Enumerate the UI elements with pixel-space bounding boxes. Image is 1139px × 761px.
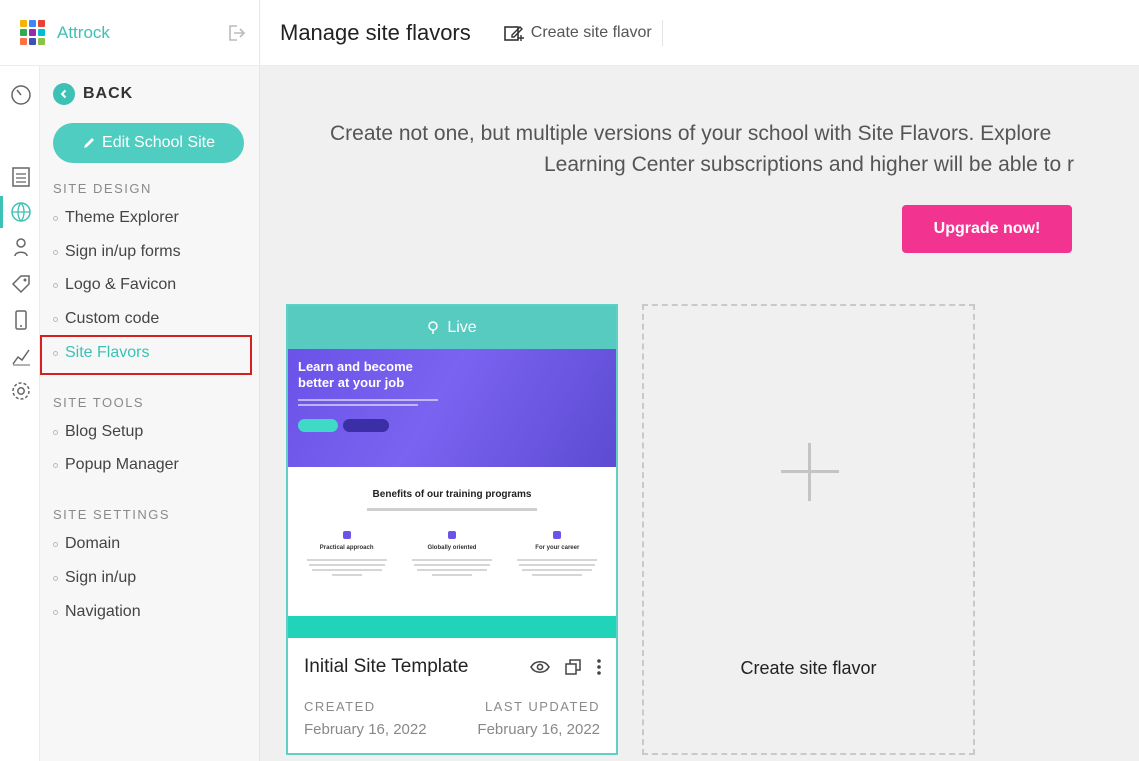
pencil-icon bbox=[84, 138, 95, 148]
preview-benefit: Practical approach bbox=[302, 531, 392, 579]
preview-footer-strip bbox=[288, 616, 616, 638]
page-title: Manage site flavors bbox=[280, 19, 471, 45]
more-vertical-icon[interactable] bbox=[596, 658, 602, 676]
edit-button-label: Edit School Site bbox=[102, 134, 215, 151]
site-settings-panel: BACK Edit School Site SITE DESIGN Theme … bbox=[40, 66, 260, 761]
benefit-title: For your career bbox=[535, 545, 580, 551]
create-card-label: Create site flavor bbox=[740, 658, 877, 678]
promo-line-2: Learning Center subscriptions and higher… bbox=[544, 153, 1074, 176]
nav-label: Navigation bbox=[65, 603, 141, 620]
nav-label: Logo & Favicon bbox=[65, 276, 177, 293]
live-label: Live bbox=[447, 318, 477, 336]
brand-name[interactable]: Attrock bbox=[57, 23, 110, 43]
nav-item-custom-code[interactable]: Custom code bbox=[53, 310, 159, 328]
nav-label: Sign in/up bbox=[65, 569, 137, 586]
back-button[interactable]: BACK bbox=[53, 83, 133, 105]
preview-hero-title: Learn and become better at your job bbox=[298, 359, 413, 390]
duplicate-icon[interactable] bbox=[564, 658, 582, 676]
site-preview-thumbnail[interactable]: Learn and become better at your job Bene… bbox=[288, 349, 616, 638]
create-site-flavor-card[interactable]: Create site flavor bbox=[642, 304, 975, 755]
nav-label: Blog Setup bbox=[65, 423, 144, 440]
pages-icon[interactable] bbox=[10, 166, 32, 188]
live-status-bar: Live bbox=[288, 306, 616, 349]
site-flavor-card[interactable]: Live Learn and become better at your job… bbox=[286, 304, 618, 755]
brand-bar: Attrock bbox=[0, 0, 260, 66]
benefit-title: Practical approach bbox=[319, 545, 374, 551]
promo-text: Create not one, but multiple versions of… bbox=[330, 118, 1139, 180]
plus-icon bbox=[781, 443, 839, 501]
created-label: CREATED bbox=[304, 699, 376, 714]
flag-icon bbox=[553, 531, 562, 539]
section-title-site-design: SITE DESIGN bbox=[53, 181, 152, 196]
preview-hero: Learn and become better at your job bbox=[288, 349, 616, 467]
preview-benefit: For your career bbox=[512, 531, 602, 579]
nav-item-theme-explorer[interactable]: Theme Explorer bbox=[53, 209, 179, 227]
section-title-site-settings: SITE SETTINGS bbox=[53, 507, 171, 522]
lightbulb-icon bbox=[428, 320, 439, 334]
preview-benefit: Globally oriented bbox=[407, 531, 497, 579]
preview-hero-button-secondary bbox=[343, 419, 389, 432]
nav-item-popup-manager[interactable]: Popup Manager bbox=[53, 456, 179, 474]
globe-icon bbox=[447, 531, 456, 539]
nav-item-sign-in-up-forms[interactable]: Sign in/up forms bbox=[53, 243, 181, 261]
icon-rail bbox=[0, 66, 40, 761]
create-link-label: Create site flavor bbox=[530, 23, 652, 41]
highlight-box bbox=[40, 335, 252, 375]
preview-benefits: Practical approach Globally oriented For… bbox=[288, 531, 616, 579]
nav-label: Popup Manager bbox=[65, 456, 179, 473]
preview-benefits-title: Benefits of our training programs bbox=[372, 489, 532, 500]
pencil-icon bbox=[342, 531, 351, 539]
create-site-flavor-link[interactable]: Create site flavor bbox=[503, 19, 663, 46]
globe-icon[interactable] bbox=[10, 201, 32, 223]
nav-item-logo-favicon[interactable]: Logo & Favicon bbox=[53, 276, 176, 294]
nav-item-blog-setup[interactable]: Blog Setup bbox=[53, 423, 143, 441]
nav-item-domain[interactable]: Domain bbox=[53, 535, 120, 553]
mobile-icon[interactable] bbox=[10, 309, 32, 331]
card-info: Initial Site Template CREATED February 1… bbox=[288, 638, 616, 753]
analytics-icon[interactable] bbox=[10, 345, 32, 367]
benefit-title: Globally oriented bbox=[427, 545, 477, 551]
back-label: BACK bbox=[83, 85, 134, 102]
dashboard-icon[interactable] bbox=[10, 84, 32, 106]
nav-label: Domain bbox=[65, 535, 121, 552]
settings-icon[interactable] bbox=[10, 380, 32, 402]
card-actions bbox=[516, 658, 602, 676]
preview-benefits-subtitle bbox=[367, 508, 537, 511]
logout-icon[interactable] bbox=[226, 23, 246, 43]
page-header: Manage site flavors Create site flavor bbox=[260, 0, 1139, 66]
created-value: February 16, 2022 bbox=[304, 721, 427, 738]
nav-item-sign-in-up[interactable]: Sign in/up bbox=[53, 569, 136, 587]
brand-logo[interactable] bbox=[20, 20, 45, 45]
section-title-site-tools: SITE TOOLS bbox=[53, 395, 145, 410]
promo-line-1: Create not one, but multiple versions of… bbox=[330, 122, 1052, 145]
active-rail-indicator bbox=[0, 196, 3, 228]
eye-icon[interactable] bbox=[530, 660, 550, 674]
tag-icon[interactable] bbox=[10, 273, 32, 295]
users-icon[interactable] bbox=[10, 236, 32, 258]
updated-value: February 16, 2022 bbox=[477, 721, 600, 738]
edit-school-site-button[interactable]: Edit School Site bbox=[53, 123, 244, 163]
preview-hero-button-primary bbox=[298, 419, 338, 432]
updated-label: LAST UPDATED bbox=[484, 699, 600, 714]
chevron-left-icon bbox=[53, 83, 75, 105]
edit-add-icon bbox=[503, 25, 524, 41]
nav-item-navigation[interactable]: Navigation bbox=[53, 603, 141, 621]
upgrade-now-button[interactable]: Upgrade now! bbox=[902, 205, 1072, 253]
nav-label: Custom code bbox=[65, 310, 160, 327]
nav-label: Theme Explorer bbox=[65, 209, 179, 226]
nav-label: Sign in/up forms bbox=[65, 243, 181, 260]
preview-hero-subtext bbox=[298, 399, 448, 409]
